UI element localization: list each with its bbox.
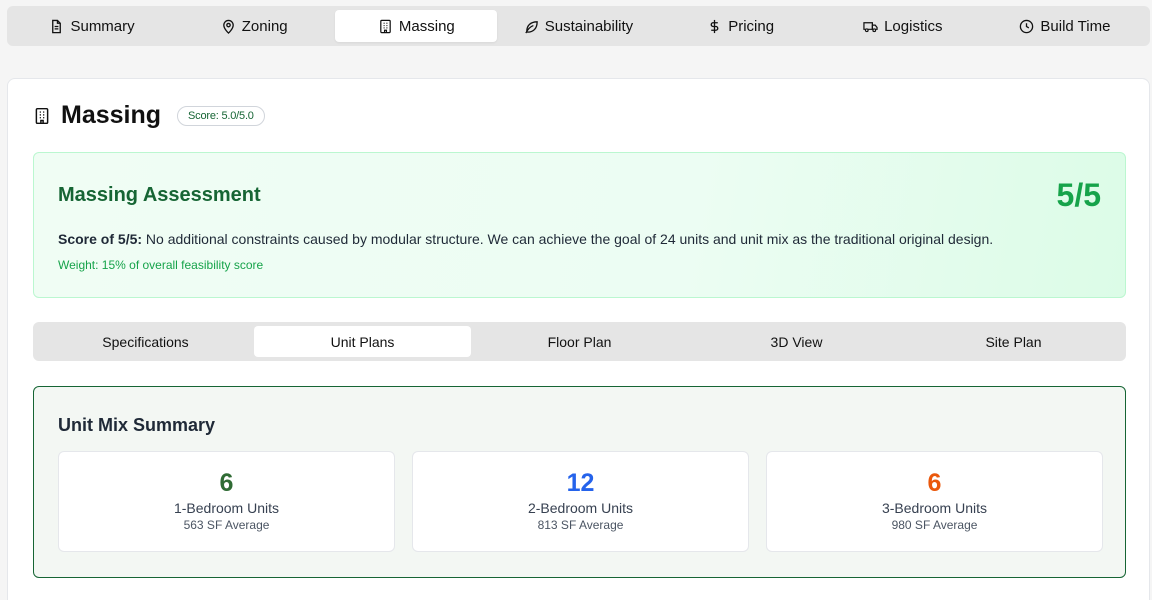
- unit-label: 3-Bedroom Units: [881, 500, 988, 516]
- truck-icon: [863, 21, 878, 32]
- subtab-floor-plan[interactable]: Floor Plan: [471, 326, 688, 357]
- unit-card-1br: 6 1-Bedroom Units 563 SF Average: [58, 451, 395, 552]
- unit-card-3br: 6 3-Bedroom Units 980 SF Average: [766, 451, 1103, 552]
- tab-zoning[interactable]: Zoning: [173, 10, 335, 42]
- unit-label: 1-Bedroom Units: [173, 500, 280, 516]
- clock-icon: [1020, 19, 1034, 33]
- unit-card-2br: 12 2-Bedroom Units 813 SF Average: [412, 451, 749, 552]
- subtab-3d-view[interactable]: 3D View: [688, 326, 905, 357]
- tab-logistics-label: Logistics: [884, 17, 943, 35]
- tab-build-time[interactable]: Build Time: [984, 10, 1146, 42]
- subtab-unit-plans[interactable]: Unit Plans: [254, 326, 471, 357]
- tab-pricing[interactable]: Pricing: [660, 10, 822, 42]
- section-header: Massing Score: 5.0/5.0: [33, 101, 265, 130]
- leaf-icon: [525, 20, 538, 33]
- subtab-specifications[interactable]: Specifications: [37, 326, 254, 357]
- assessment-weight: Weight: 15% of overall feasibility score: [58, 258, 264, 272]
- tab-pricing-label: Pricing: [728, 17, 775, 35]
- unit-count: 6: [927, 469, 942, 497]
- tab-summary[interactable]: Summary: [11, 10, 173, 42]
- tab-massing-label: Massing: [398, 17, 455, 35]
- top-tab-bar: Summary Zoning Massing Sustainability Pr…: [7, 6, 1150, 46]
- assessment-score-label: Score of 5/5:: [58, 231, 143, 247]
- assessment-title: Massing Assessment: [58, 184, 261, 206]
- sub-tab-bar: Specifications Unit Plans Floor Plan 3D …: [33, 322, 1126, 361]
- assessment-panel: Massing Assessment 5/5 Score of 5/5: No …: [33, 152, 1126, 298]
- document-icon: [52, 19, 62, 33]
- dollar-icon: [710, 19, 719, 33]
- page-title: Massing: [61, 101, 162, 129]
- assessment-description: Score of 5/5: No additional constraints …: [58, 231, 993, 247]
- unit-label: 2-Bedroom Units: [527, 500, 634, 516]
- score-badge: Score: 5.0/5.0: [177, 105, 265, 126]
- tab-sustainability-label: Sustainability: [544, 17, 634, 35]
- assessment-description-text: No additional constraints caused by modu…: [142, 231, 994, 247]
- massing-card: Massing Score: 5.0/5.0 Massing Assessmen…: [7, 78, 1150, 600]
- tab-sustainability[interactable]: Sustainability: [497, 10, 659, 42]
- map-pin-icon: [222, 19, 234, 34]
- tab-summary-label: Summary: [70, 17, 135, 35]
- building-icon: [380, 19, 391, 33]
- tab-massing[interactable]: Massing: [335, 10, 498, 42]
- unit-average-sf: 980 SF Average: [891, 518, 978, 532]
- unit-mix-title: Unit Mix Summary: [58, 415, 216, 435]
- tab-build-time-label: Build Time: [1040, 17, 1111, 35]
- unit-count: 12: [566, 469, 595, 497]
- unit-average-sf: 813 SF Average: [537, 518, 624, 532]
- unit-mix-cards: 6 1-Bedroom Units 563 SF Average 12 2-Be…: [58, 451, 1103, 552]
- tab-zoning-label: Zoning: [241, 17, 288, 35]
- subtab-site-plan[interactable]: Site Plan: [905, 326, 1122, 357]
- tab-logistics[interactable]: Logistics: [822, 10, 984, 42]
- assessment-score: 5/5: [1056, 177, 1101, 213]
- building-icon: [33, 107, 51, 125]
- unit-count: 6: [219, 469, 234, 497]
- unit-mix-panel: Unit Mix Summary 6 1-Bedroom Units 563 S…: [33, 386, 1126, 578]
- unit-average-sf: 563 SF Average: [183, 518, 270, 532]
